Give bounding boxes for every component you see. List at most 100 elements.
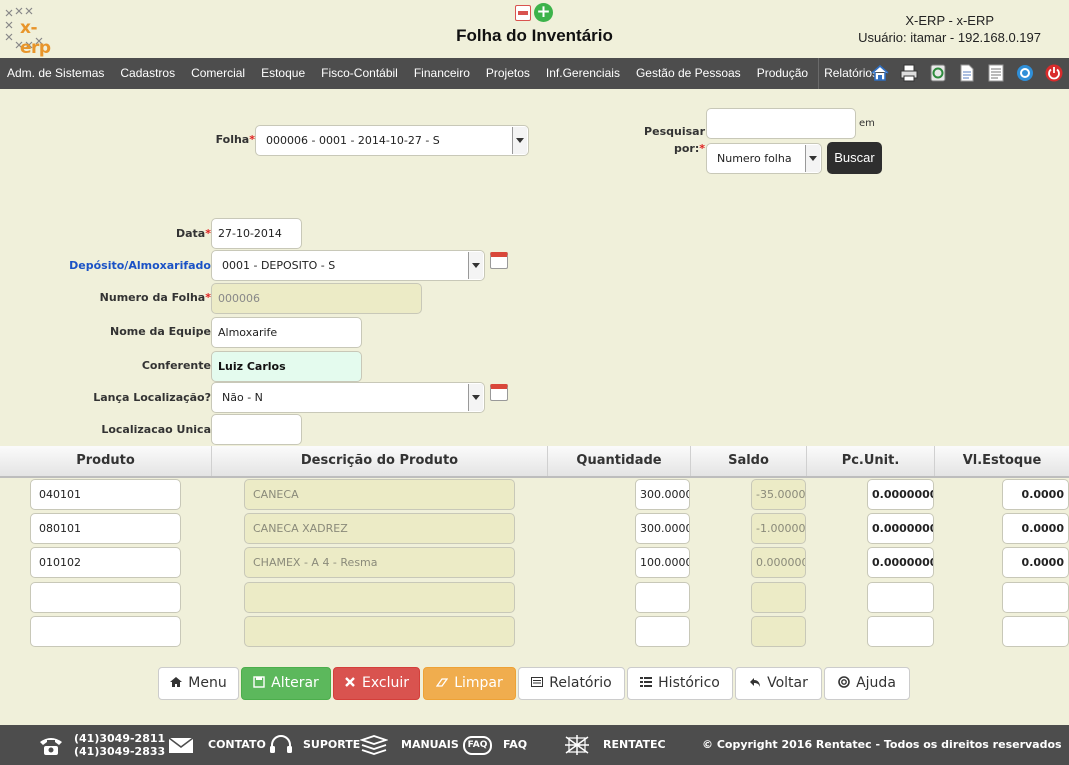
help-icon[interactable] [1015,63,1035,83]
nav-item-producao[interactable]: Produção [749,58,816,89]
vlestoque-cell[interactable]: 0.0000 [1002,547,1069,578]
buscar-button[interactable]: Buscar [827,142,882,174]
folha-select-value: 000006 - 0001 - 2014-10-27 - S [266,134,440,147]
vlestoque-cell[interactable] [1002,582,1069,613]
copyright-text: © Copyright 2016 Rentatec - Todos os dir… [702,738,1062,751]
home-icon[interactable] [870,63,890,83]
relatorio-button[interactable]: Relatório [518,667,625,700]
data-field[interactable]: 27-10-2014 [211,218,302,249]
phone-icon [40,738,62,755]
pesquisar-label: Pesquisar [644,125,705,138]
voltar-button-label: Voltar [767,675,808,691]
historico-button[interactable]: Histórico [627,667,733,700]
search-by-select[interactable]: Numero folha [706,143,822,174]
voltar-button[interactable]: Voltar [735,667,822,700]
column-header-pcunit[interactable]: Pc.Unit. [807,446,935,476]
vlestoque-cell[interactable] [1002,616,1069,647]
deposito-select[interactable]: 0001 - DEPOSITO - S [211,250,485,281]
excluir-button[interactable]: Excluir [333,667,420,700]
menu-button[interactable]: Menu [158,667,239,700]
nav-item-gestao-pessoas[interactable]: Gestão de Pessoas [628,58,749,89]
descricao-cell [244,582,515,613]
pcunit-cell[interactable] [867,616,934,647]
lanca-localizacao-label: Lança Localização? [93,391,211,404]
calendar-icon[interactable] [490,384,508,401]
nome-equipe-field[interactable]: Almoxarife [211,317,362,348]
list-icon [640,677,653,687]
nav-item-comercial[interactable]: Comercial [183,58,253,89]
pcunit-cell[interactable]: 0.00000000 [867,479,934,510]
manuais-link[interactable]: MANUAIS [401,725,459,765]
quantidade-cell[interactable]: 100.0000 [635,547,690,578]
vlestoque-cell[interactable]: 0.0000 [1002,479,1069,510]
chevron-down-icon [468,252,483,279]
vlestoque-cell[interactable]: 0.0000 [1002,513,1069,544]
produto-cell[interactable] [30,582,181,613]
pcunit-cell[interactable]: 0.00000000 [867,547,934,578]
limpar-button-label: Limpar [454,675,503,691]
pcunit-cell[interactable]: 0.00000000 [867,513,934,544]
pdf-icon[interactable] [515,5,531,21]
reply-icon [750,678,761,687]
add-icon[interactable]: + [534,3,553,22]
numero-folha-label: Numero da Folha* [99,291,211,304]
recycle-icon[interactable] [928,63,948,83]
pcunit-cell[interactable] [867,582,934,613]
contato-link[interactable]: CONTATO [208,725,266,765]
nav-item-estoque[interactable]: Estoque [253,58,313,89]
nav-item-fisco-contabil[interactable]: Fisco-Contábil [313,58,406,89]
app-header: x-erp + Folha do Inventário X-ERP - x-ER… [0,0,1069,58]
nav-item-cadastros[interactable]: Cadastros [112,58,183,89]
document-icon[interactable] [957,63,977,83]
user-info: X-ERP - x-ERP Usuário: itamar - 192.168.… [858,12,1041,46]
conferente-field[interactable]: Luiz Carlos [211,351,362,382]
nav-item-financeiro[interactable]: Financeiro [406,58,478,89]
home-icon [170,677,183,687]
relatorio-button-label: Relatório [549,675,612,691]
alterar-button[interactable]: Alterar [241,667,331,700]
column-header-saldo[interactable]: Saldo [691,446,807,476]
produto-cell[interactable] [30,616,181,647]
books-icon [360,735,388,755]
saldo-cell: -1.00000 [751,513,806,544]
phone-numbers: (41)3049-2811 (41)3049-2833 [74,732,165,758]
quantidade-cell[interactable]: 300.0000 [635,479,690,510]
nav-item-inf-gerenciais[interactable]: Inf.Gerenciais [538,58,628,89]
rentatec-link[interactable]: RENTATEC [603,725,666,765]
produto-cell[interactable]: 080101 [30,513,181,544]
saldo-cell: 0.000000 [751,547,806,578]
quantidade-cell[interactable] [635,582,690,613]
column-header-descricao[interactable]: Descrição do Produto [212,446,548,476]
column-header-produto[interactable]: Produto [0,446,212,476]
localizacao-unica-field[interactable] [211,414,302,445]
faq-link[interactable]: FAQ [503,725,527,765]
deposito-label[interactable]: Depósito/Almoxarifado [60,259,211,272]
footer: (41)3049-2811 (41)3049-2833 CONTATO SUPO… [0,725,1069,765]
list-icon[interactable] [986,63,1006,83]
power-icon[interactable] [1044,63,1064,83]
nav-item-projetos[interactable]: Projetos [478,58,538,89]
search-input[interactable] [706,108,856,139]
ajuda-button[interactable]: Ajuda [824,667,910,700]
quantidade-cell[interactable] [635,616,690,647]
folha-select[interactable]: 000006 - 0001 - 2014-10-27 - S [255,125,529,156]
phone-number-2: (41)3049-2833 [74,745,166,758]
print-icon[interactable] [899,63,919,83]
descricao-cell: CHAMEX - A 4 - Resma [244,547,515,578]
historico-button-label: Histórico [658,675,720,691]
saldo-cell [751,616,806,647]
suporte-link[interactable]: SUPORTE [303,725,360,765]
lanca-localizacao-select[interactable]: Não - N [211,382,485,413]
faq-icon: FAQ [463,736,492,755]
calendar-icon[interactable] [490,252,508,269]
chevron-down-icon [805,145,820,172]
produto-cell[interactable]: 010102 [30,547,181,578]
column-header-vlestoque[interactable]: Vl.Estoque [935,446,1069,476]
save-icon [253,676,265,688]
limpar-button[interactable]: Limpar [423,667,516,700]
produto-cell[interactable]: 040101 [30,479,181,510]
nav-menu: Adm. de Sistemas Cadastros Comercial Est… [0,58,886,89]
nav-item-adm-sistemas[interactable]: Adm. de Sistemas [0,58,112,89]
column-header-quantidade[interactable]: Quantidade [548,446,691,476]
quantidade-cell[interactable]: 300.0000 [635,513,690,544]
